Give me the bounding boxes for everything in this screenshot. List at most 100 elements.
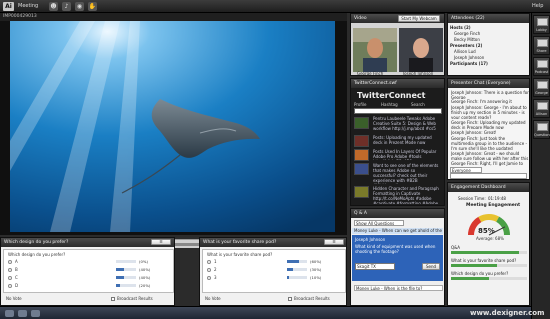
poll1-option-radio[interactable] (8, 268, 12, 272)
poll2-broadcast-label: Broadcast Results (294, 296, 330, 301)
poll1-option-radio[interactable] (8, 276, 12, 280)
tweet-avatar (354, 163, 369, 175)
poll2-option-radio[interactable] (207, 268, 211, 272)
app-logo: Ai (3, 2, 14, 11)
share-pod-title: IMP000429013 (0, 13, 347, 21)
poll2-options-button[interactable]: ☰ (324, 239, 344, 245)
poll1-option-percent: (20%) (139, 283, 151, 288)
minimized-pod-icon[interactable] (5, 310, 14, 317)
layout-share[interactable]: Share (533, 36, 550, 55)
poll2-option-label: 2 (214, 267, 217, 272)
qa-selected-question[interactable]: Money Luke - When can we get ahold of th… (352, 228, 443, 234)
group-participants[interactable]: Participants (17) (450, 61, 488, 67)
qa-filter-select[interactable]: Show All Questions (354, 220, 404, 226)
shared-video[interactable] (10, 21, 335, 232)
layout-lobby[interactable]: Lobby (533, 15, 550, 34)
poll1-option-label: B (15, 267, 18, 272)
user-icon[interactable]: ☻ (49, 2, 58, 11)
poll2-option-label: 1 (214, 259, 217, 264)
watermark: www.dexigner.com (470, 309, 545, 317)
poll1-bar-track (116, 268, 136, 271)
poll1-options-button[interactable]: ☰ (151, 239, 171, 245)
minimized-pod-icon[interactable] (18, 310, 27, 317)
poll1-bar-track (116, 260, 136, 263)
qa-pod-title: Q & A (351, 209, 444, 218)
poll1-question-box: Which design do you prefer? A (0%) B (40%) C… (3, 249, 174, 293)
menu-help[interactable]: Help (532, 2, 543, 11)
poll-pod-design: Which design do you prefer? ☰ Which desi… (0, 237, 175, 306)
chat-message: Joseph Johnson: There is a question for … (451, 90, 529, 99)
poll1-title: Which design do you prefer? (1, 238, 174, 247)
twitter-nav-search[interactable]: Search (411, 102, 425, 107)
layout-thumbnail-icon (537, 102, 548, 110)
twitter-nav-profile[interactable]: Profile (354, 102, 366, 107)
layout-label: Lobby (536, 28, 547, 32)
webcam-icon[interactable]: ◉ (75, 2, 84, 11)
engagement-item-bar-fill (451, 251, 520, 254)
poll1-option-radio[interactable] (8, 260, 12, 264)
poll1-question: Which design do you prefer? (8, 252, 66, 257)
engagement-item-bar (451, 251, 527, 254)
poll1-option-label: A (15, 259, 18, 264)
poll2-option-radio[interactable] (207, 276, 211, 280)
poll1-bar-fill (116, 284, 120, 287)
twitter-logo: TwitterConnect (357, 91, 426, 100)
chat-message: Joseph Johnson: Great! (451, 130, 497, 135)
chat-message: George Finch: Right, I'll get Jamie to w… (451, 161, 523, 166)
engagement-item-label: Which design do you prefer? (451, 271, 509, 276)
chat-message: George Finch: I'm answering it (451, 99, 512, 104)
poll1-bar-fill (116, 268, 124, 271)
session-time-label: Session Time: (458, 196, 486, 201)
poll1-broadcast-checkbox[interactable] (111, 297, 115, 301)
poll1-option-label: C (15, 275, 18, 280)
poll2-bar-fill (287, 276, 289, 279)
tweet-text: Want to see one of the elements that mak… (373, 163, 439, 184)
poll1-bar-fill (116, 276, 124, 279)
poll2-option-radio[interactable] (207, 260, 211, 264)
microphone-icon[interactable]: ♪ (62, 2, 71, 11)
attendees-pod-title: Attendees (22) (448, 14, 529, 23)
video-pod: Video Start My Webcam George Finch Josep… (350, 13, 445, 76)
chat-message: Joseph Johnson: George - I'm about to fi… (451, 105, 527, 119)
layout-allison[interactable]: Allison (533, 99, 550, 118)
poll2-bar-fill (287, 268, 293, 271)
poll2-bar-track (287, 276, 307, 279)
minimized-pod-icon[interactable] (31, 310, 40, 317)
tweet-text: Pentru Laubeele Tweaks Adobe Creative Su… (373, 116, 436, 131)
menu-bar: Ai Meeting ☻ ♪ ◉ ✋ Help (0, 0, 550, 13)
menu-meeting[interactable]: Meeting (18, 2, 38, 11)
chat-message: Joseph Johnson: Great - we should make s… (451, 151, 529, 160)
poll2-broadcast-checkbox[interactable] (288, 297, 292, 301)
chat-input[interactable] (450, 173, 527, 179)
chat-audience-badge: (Everyone) (485, 81, 511, 86)
twitter-nav-hashtag[interactable]: Hashtag (381, 102, 398, 107)
layout-podcast[interactable]: Podcast (533, 57, 550, 76)
engagement-item-label: Q&A (451, 245, 461, 250)
poll1-option-label: D (15, 283, 19, 288)
poll2-question: What is your favorite share pod? (207, 252, 273, 257)
poll1-option-radio[interactable] (8, 284, 12, 288)
layout-questions[interactable]: Questions (533, 120, 550, 139)
engagement-item-bar (451, 277, 527, 280)
raise-hand-icon[interactable]: ✋ (88, 2, 97, 11)
qa-answer-panel: Joseph Johnson What kind of equipment wa… (352, 235, 443, 281)
engagement-item-bar-fill (451, 277, 489, 280)
layout-george[interactable]: George (533, 78, 550, 97)
layouts-bar: Lobby Share Podcast George Allison Questions (531, 13, 550, 319)
qa-answer-select[interactable]: Skagit TX (355, 263, 395, 270)
attendees-pod: Attendees (22) Hosts (2) George Finch Be… (447, 13, 530, 76)
layout-thumbnail-icon (537, 81, 548, 89)
attendees-count: (22) (475, 16, 485, 21)
poll1-option-percent: (0%) (139, 259, 148, 264)
twitter-search-input[interactable] (354, 108, 442, 114)
chat-message: George Finch: Just took the multimedia g… (451, 136, 527, 150)
gauge-average: Average: 68% (476, 236, 504, 241)
tweet-avatar (354, 135, 369, 147)
engagement-item-label: What is your favorite share pod? (451, 258, 517, 263)
layout-label: George (535, 91, 548, 95)
poll2-option-label: 3 (214, 275, 217, 280)
qa-send-button[interactable]: Send (422, 263, 440, 270)
layout-thumbnail-icon (537, 39, 548, 47)
qa-last-question[interactable]: Money Luke - When is the file to? (354, 285, 443, 291)
start-webcam-button[interactable]: Start My Webcam (398, 15, 440, 22)
